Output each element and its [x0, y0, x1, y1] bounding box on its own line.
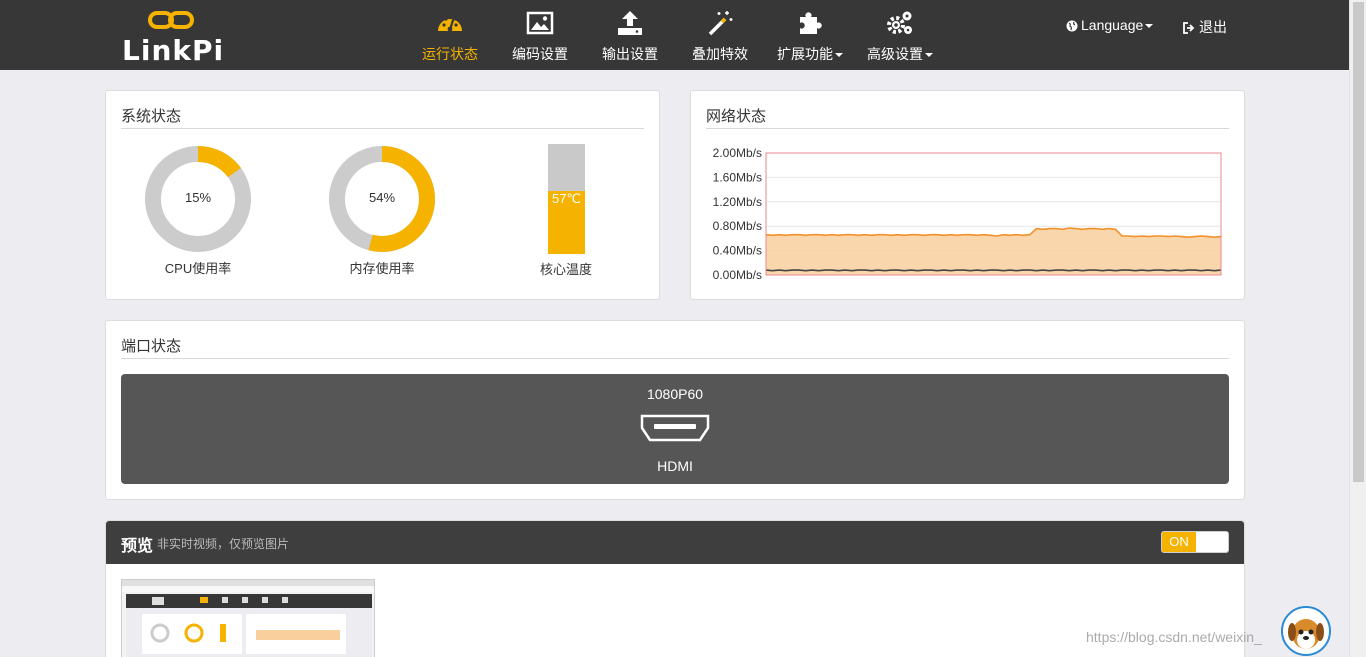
- divider: [121, 358, 1229, 359]
- nav-label: 扩展功能: [770, 44, 850, 64]
- upload-icon: [618, 11, 642, 35]
- dashboard-icon: [438, 14, 462, 32]
- image-icon: [526, 11, 554, 35]
- port-status-panel: 端口状态 1080P60 HDMI: [105, 320, 1245, 500]
- system-status-panel: 系统状态 15% CPU使用率 54% 内存使用率 57℃ 核心温度: [105, 90, 660, 300]
- panel-title: 系统状态: [121, 108, 182, 125]
- preview-header: 预览 非实时视频，仅预览图片 ON: [106, 521, 1244, 564]
- cogs-icon: [887, 11, 912, 34]
- series-line-1: [765, 269, 1222, 272]
- preview-screenshot-image: [122, 580, 374, 657]
- dog-face-icon: [1288, 619, 1324, 649]
- caret-down-icon: [925, 53, 933, 58]
- top-navbar: LinkPi 运行状态 编码设置 输出设置 叠加特效 扩展功能 高级设置 Lan…: [0, 0, 1366, 70]
- network-status-panel: 网络状态 2.00Mb/s 1.60Mb/s 1.20Mb/s 0.80Mb/s 0.4…: [690, 90, 1245, 300]
- preview-title: 预览: [121, 538, 154, 555]
- divider: [121, 128, 644, 129]
- y-tick-label: 0.80Mb/s: [713, 219, 762, 233]
- network-chart: 2.00Mb/s 1.60Mb/s 1.20Mb/s 0.80Mb/s 0.40Mb/s…: [713, 146, 1222, 282]
- dog-avatar-icon[interactable]: [1281, 606, 1331, 656]
- brand-name: LinkPi: [122, 34, 225, 67]
- language-label: Language: [1081, 17, 1144, 33]
- logout-icon: [1183, 22, 1195, 34]
- nav-encode-settings[interactable]: 编码设置: [500, 0, 580, 70]
- nav-label: 运行状态: [422, 46, 478, 62]
- nav-label: 叠加特效: [692, 46, 748, 62]
- preview-subtitle: 非实时视频，仅预览图片: [157, 537, 290, 551]
- logout-button[interactable]: 退出: [1183, 17, 1227, 37]
- temperature-bar: 57℃: [548, 144, 585, 254]
- divider: [706, 128, 1229, 129]
- preview-toggle[interactable]: ON: [1161, 531, 1229, 553]
- nav-run-status[interactable]: 运行状态: [410, 0, 490, 70]
- hdmi-icon: [640, 414, 710, 442]
- nav-overlay-effects[interactable]: 叠加特效: [680, 0, 760, 70]
- logo[interactable]: LinkPi: [122, 8, 225, 67]
- y-tick-label: 1.60Mb/s: [713, 170, 762, 184]
- link-logo-icon: [148, 11, 194, 29]
- memory-gauge: 54% 内存使用率: [322, 144, 442, 284]
- nav-label: 输出设置: [602, 46, 658, 62]
- cpu-label: CPU使用率: [164, 261, 232, 276]
- port-name: HDMI: [657, 458, 693, 474]
- cpu-value: 15%: [184, 190, 212, 205]
- magic-wand-icon: [708, 11, 733, 36]
- y-tick-label: 0.00Mb/s: [713, 268, 762, 282]
- port-resolution: 1080P60: [646, 386, 704, 402]
- scrollbar-thumb[interactable]: [1353, 2, 1364, 482]
- y-tick-label: 1.20Mb/s: [713, 195, 762, 209]
- preview-thumbnail[interactable]: [121, 579, 375, 657]
- language-dropdown[interactable]: Language: [1066, 17, 1154, 33]
- globe-icon: [1066, 20, 1078, 32]
- nav-extensions[interactable]: 扩展功能: [770, 0, 850, 70]
- memory-value: 54%: [368, 190, 396, 205]
- panel-title: 网络状态: [706, 108, 767, 125]
- temperature-label: 核心温度: [539, 262, 592, 277]
- y-tick-label: 0.40Mb/s: [713, 244, 762, 258]
- nav-advanced-settings[interactable]: 高级设置: [860, 0, 940, 70]
- y-tick-label: 2.00Mb/s: [713, 146, 762, 160]
- scrollbar[interactable]: [1349, 0, 1366, 657]
- logout-label: 退出: [1199, 19, 1227, 35]
- preview-panel: 预览 非实时视频，仅预览图片 ON: [105, 520, 1245, 657]
- cpu-gauge: 15% CPU使用率: [138, 144, 258, 284]
- caret-down-icon: [1145, 24, 1154, 29]
- hdmi-port-card[interactable]: 1080P60 HDMI: [121, 374, 1229, 484]
- toggle-on-label: ON: [1162, 532, 1196, 552]
- memory-label: 内存使用率: [349, 261, 415, 276]
- nav-label: 编码设置: [512, 46, 568, 62]
- nav-label: 高级设置: [860, 44, 940, 64]
- puzzle-icon: [800, 12, 822, 34]
- caret-down-icon: [835, 53, 843, 58]
- temperature-value: 57℃: [551, 191, 582, 206]
- panel-title: 端口状态: [121, 338, 182, 355]
- nav-output-settings[interactable]: 输出设置: [590, 0, 670, 70]
